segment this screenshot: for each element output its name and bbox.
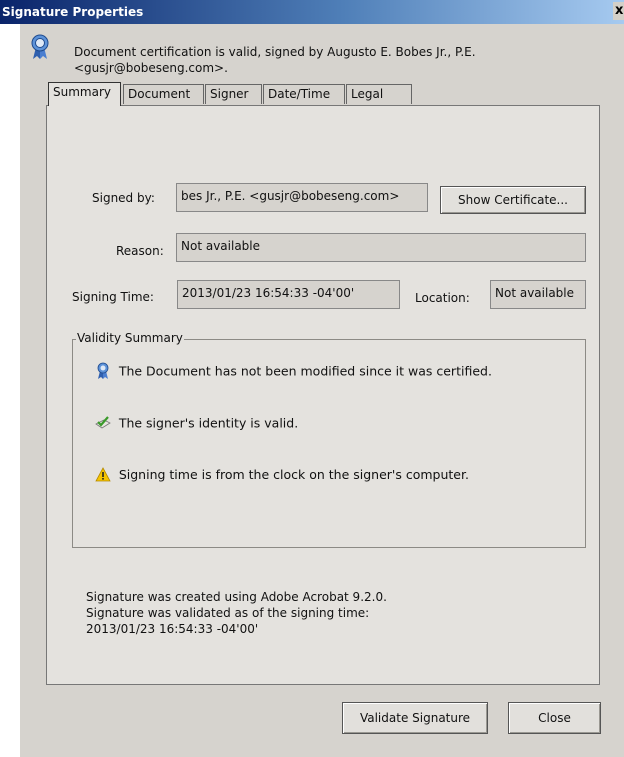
info-line-created: Signature was created using Adobe Acroba… [86,590,387,604]
title-bar[interactable]: Signature Properties x [0,0,624,24]
tab-summary[interactable]: Summary [48,82,121,106]
signing-time-label: Signing Time: [72,290,154,304]
reason-field[interactable]: Not available [176,233,586,262]
tab-date-time[interactable]: Date/Time [263,84,345,104]
certification-message: Document certification is valid, signed … [74,45,476,75]
tab-legal-label: Legal [351,87,384,101]
signed-by-field[interactable]: bes Jr., P.E. <gusjr@bobeseng.com> [176,183,428,212]
validity-row-certified: The Document has not been modified since… [91,362,492,380]
window-title: Signature Properties [2,5,144,19]
signed-by-label: Signed by: [92,191,155,205]
tab-summary-label: Summary [53,85,111,99]
signature-properties-window: Signature Properties x Document certific… [0,0,624,757]
tab-date-time-label: Date/Time [268,87,331,101]
location-field[interactable]: Not available [490,280,586,309]
signer-valid-check-icon [95,416,111,429]
info-line-validated: Signature was validated as of the signin… [86,606,370,620]
signature-info-text: Signature was created using Adobe Acroba… [86,589,387,637]
tab-legal[interactable]: Legal [346,84,412,104]
tab-signer-label: Signer [210,87,249,101]
close-button[interactable]: Close [508,702,601,734]
location-label: Location: [415,291,470,305]
validity-summary-title: Validity Summary [76,331,184,345]
signing-time-field[interactable]: 2013/01/23 16:54:33 -04'00' [177,280,400,309]
reason-label: Reason: [116,244,164,258]
warning-triangle-icon [95,467,111,482]
close-window-button[interactable]: x [613,2,624,20]
info-line-time: 2013/01/23 16:54:33 -04'00' [86,622,259,636]
validity-text-certified: The Document has not been modified since… [118,363,492,379]
show-certificate-button[interactable]: Show Certificate... [440,186,586,214]
certification-ribbon-icon [31,34,49,59]
validity-row-time: Signing time is from the clock on the si… [91,467,469,482]
validity-text-time: Signing time is from the clock on the si… [118,467,469,482]
validate-signature-button[interactable]: Validate Signature [342,702,488,734]
tab-document-label: Document [128,87,191,101]
tab-signer[interactable]: Signer [205,84,262,104]
tab-document[interactable]: Document [123,84,204,104]
validity-text-signer: The signer's identity is valid. [118,415,299,431]
certified-ribbon-icon [97,362,109,379]
validity-row-signer: The signer's identity is valid. [91,415,298,431]
